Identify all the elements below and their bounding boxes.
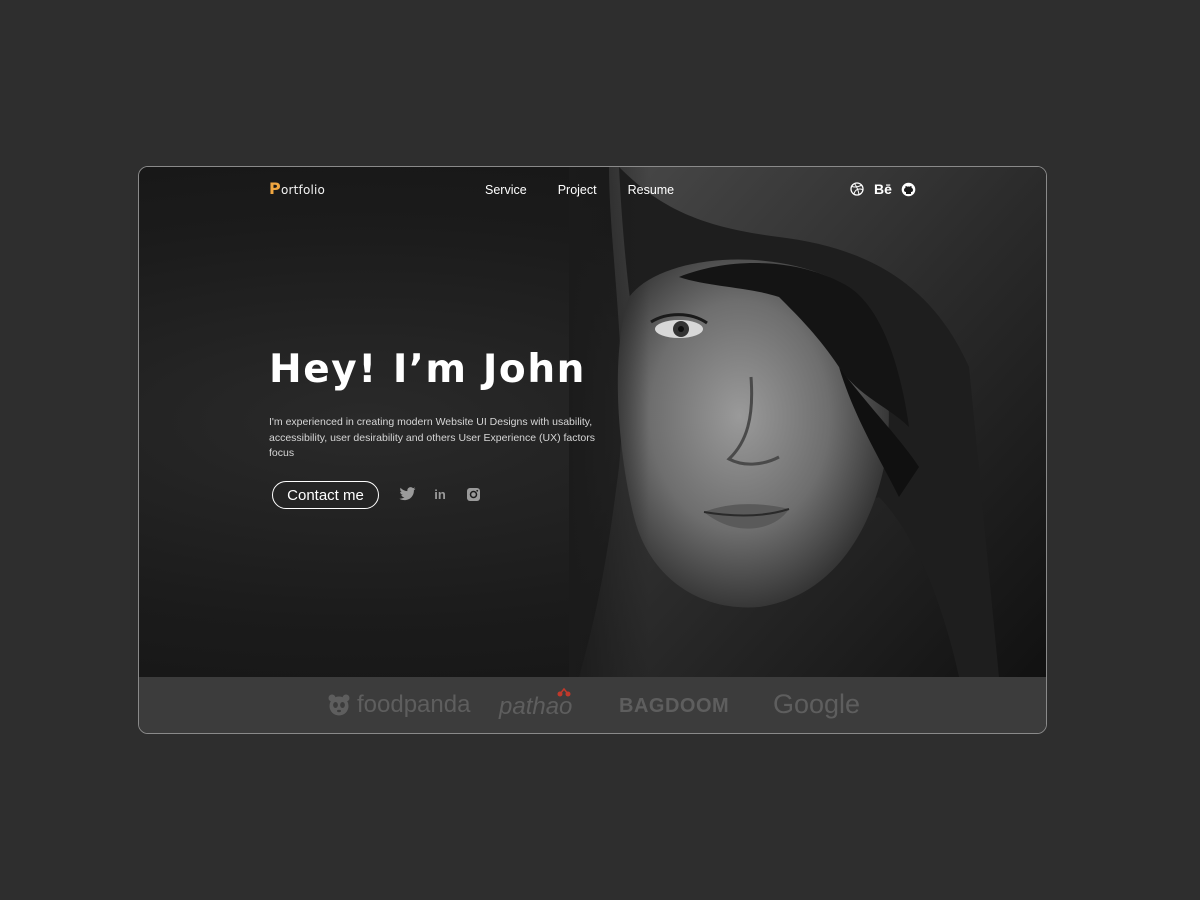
instagram-icon[interactable] (464, 485, 482, 503)
main-nav: Service Project Resume (485, 183, 674, 197)
nav-link-resume[interactable]: Resume (628, 183, 675, 197)
twitter-icon[interactable] (398, 485, 416, 503)
contact-me-button[interactable]: Contact me (272, 481, 379, 509)
dribbble-icon[interactable] (849, 181, 865, 197)
nav-link-service[interactable]: Service (485, 183, 527, 197)
brand-logo-bagdoom: BAGDOOM (619, 695, 730, 717)
logo-initial: P (269, 179, 281, 198)
panda-icon (328, 694, 350, 716)
brand-logo-foodpanda: foodpanda (327, 691, 470, 719)
github-icon[interactable] (901, 181, 917, 197)
linkedin-icon[interactable]: in (431, 485, 449, 503)
hero-headline: Hey! I’m John (269, 347, 587, 392)
browser-frame: Portfolio Service Project Resume Bē Hey!… (138, 166, 1047, 734)
brand-logo-pathao: pathao (499, 687, 573, 721)
logo[interactable]: Portfolio (269, 179, 325, 198)
hero-social-icons: in (398, 485, 482, 503)
pathao-rider-icon (557, 687, 571, 697)
behance-icon[interactable]: Bē (874, 181, 892, 197)
nav-link-project[interactable]: Project (558, 183, 597, 197)
hero-section: Portfolio Service Project Resume Bē Hey!… (139, 167, 1046, 677)
hero-intro: I'm experienced in creating modern Websi… (269, 416, 596, 459)
header-social-icons: Bē (849, 181, 917, 197)
brand-logo-google: Google (773, 689, 861, 719)
logo-text: ortfolio (280, 183, 326, 197)
client-logos-bar: foodpanda pathao BAGDOOM Google (139, 677, 1046, 733)
brand-pathao-text: pathao (499, 693, 573, 720)
brand-foodpanda-text: foodpanda (357, 691, 471, 718)
